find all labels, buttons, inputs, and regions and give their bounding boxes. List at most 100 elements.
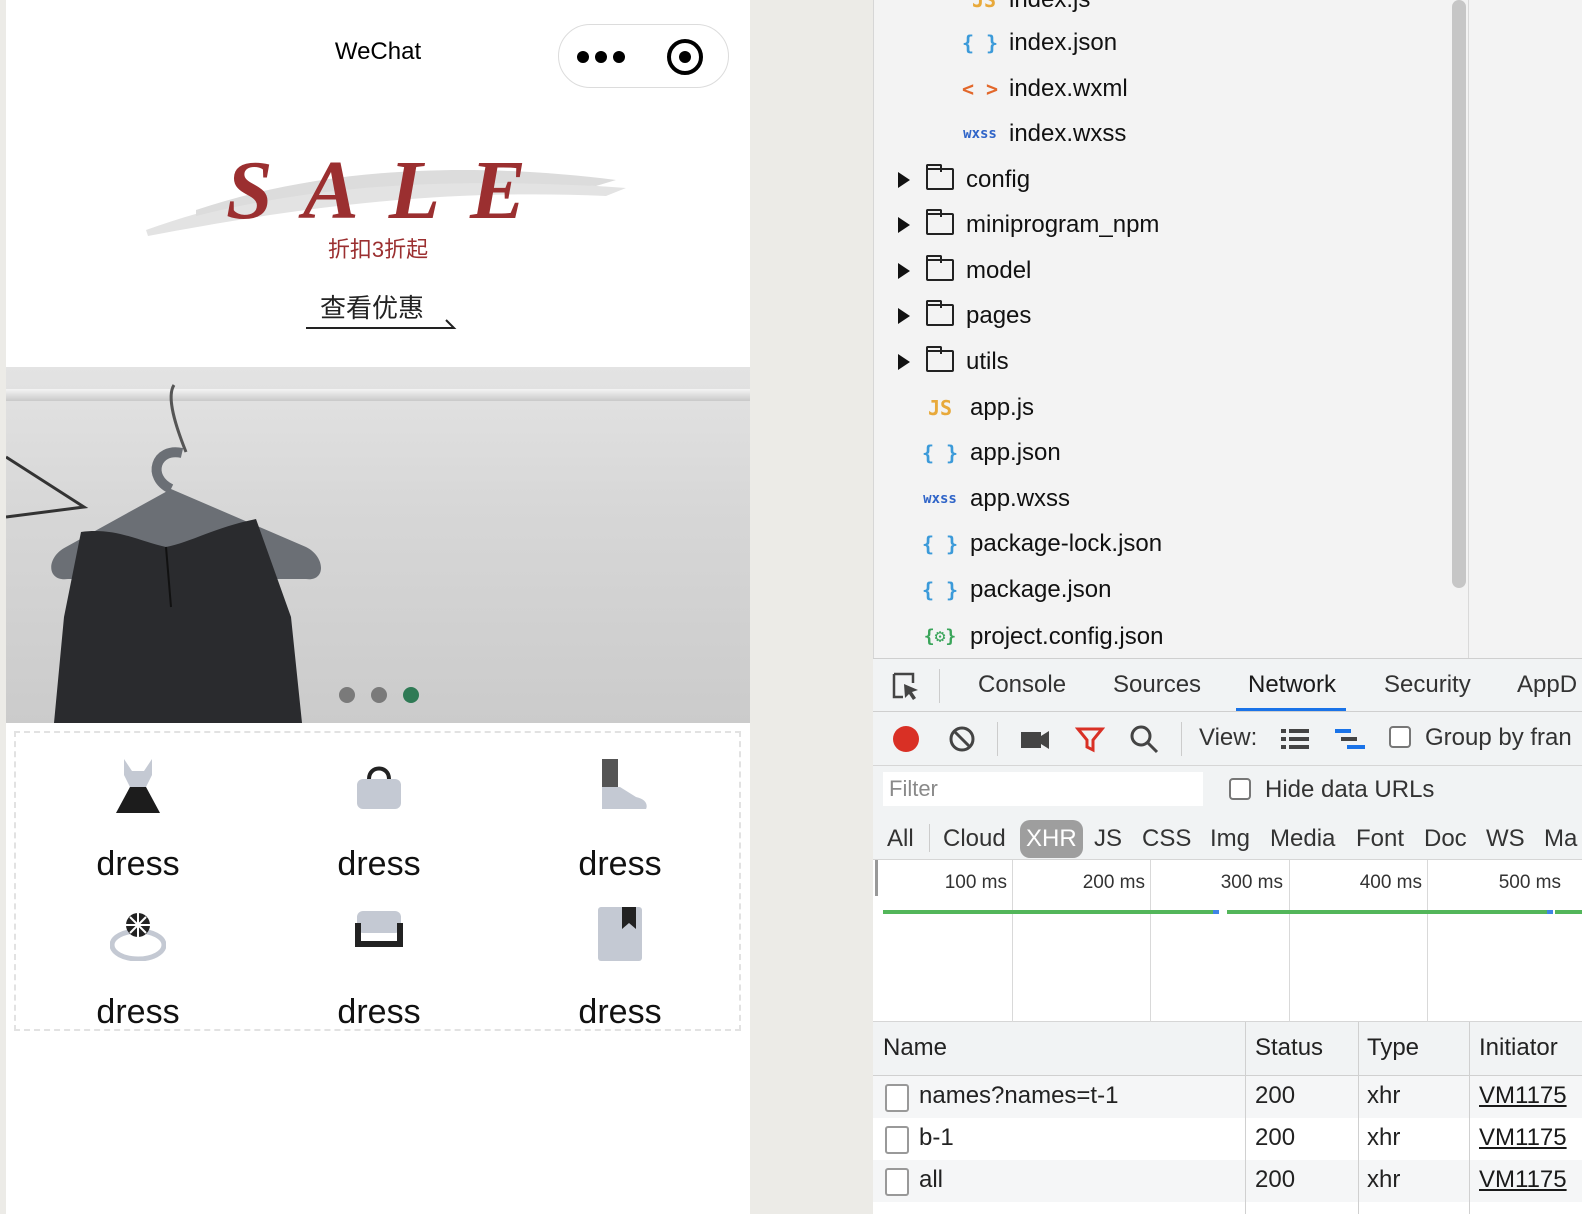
carousel-dot-active[interactable] xyxy=(403,687,419,703)
file-item[interactable]: { } package-lock.json xyxy=(874,524,1444,564)
expand-arrow-icon[interactable] xyxy=(898,354,910,370)
filter-input[interactable] xyxy=(883,772,1203,806)
screenshot-camera-icon[interactable] xyxy=(1019,724,1051,754)
tab-console[interactable]: Console xyxy=(978,671,1066,699)
wxss-file-icon: wxss xyxy=(923,491,957,507)
file-item[interactable]: JS app.js xyxy=(874,388,1444,428)
folder-item[interactable]: pages xyxy=(874,296,1444,336)
request-type-icon xyxy=(885,1168,909,1196)
category-item[interactable]: dress xyxy=(38,757,238,881)
wxml-file-icon: < > xyxy=(961,77,999,101)
category-item[interactable]: dress xyxy=(38,905,238,1029)
type-filter-media[interactable]: Media xyxy=(1264,820,1341,858)
banner-carousel[interactable] xyxy=(6,367,750,723)
table-row[interactable]: b-1 200 xhr VM1175 xyxy=(873,1118,1582,1160)
record-icon[interactable] xyxy=(891,724,921,754)
file-item[interactable]: < > index.wxml xyxy=(874,69,1444,109)
category-label: dress xyxy=(96,845,180,883)
folder-item[interactable]: miniprogram_npm xyxy=(874,205,1444,245)
sale-subtitle: 折扣3折起 xyxy=(327,237,429,262)
file-tree-scrollbar[interactable] xyxy=(1452,0,1466,588)
tab-appdata[interactable]: AppD xyxy=(1517,671,1577,699)
request-status: 200 xyxy=(1255,1082,1296,1109)
type-filter-cloud[interactable]: Cloud xyxy=(937,820,1012,858)
folder-item[interactable]: model xyxy=(874,251,1444,291)
hide-data-urls-checkbox[interactable] xyxy=(1229,778,1251,800)
column-resizer[interactable] xyxy=(1358,1022,1359,1214)
timeline-request-bar xyxy=(1227,910,1547,914)
table-row[interactable]: all 200 xhr VM1175 xyxy=(873,1160,1582,1202)
table-header: Name Status Type Initiator xyxy=(873,1022,1582,1076)
type-filter-js[interactable]: JS xyxy=(1088,820,1128,858)
category-item[interactable]: dress xyxy=(279,757,479,881)
carousel-dot[interactable] xyxy=(339,687,355,703)
request-name: all xyxy=(919,1166,944,1193)
type-filter-manifest[interactable]: Ma xyxy=(1538,820,1582,858)
file-item[interactable]: wxss app.wxss xyxy=(874,479,1444,519)
type-filter-css[interactable]: CSS xyxy=(1136,820,1197,858)
category-label: dress xyxy=(337,845,421,883)
timeline-request-bar xyxy=(883,910,1213,914)
divider xyxy=(997,722,998,756)
folder-item[interactable]: utils xyxy=(874,342,1444,382)
inspect-element-icon[interactable] xyxy=(891,671,921,701)
type-filter-all[interactable]: All xyxy=(881,820,920,858)
waterfall-view-icon[interactable] xyxy=(1333,724,1367,754)
network-timeline[interactable]: 100 ms 200 ms 300 ms 400 ms 500 ms xyxy=(873,860,1582,1022)
file-item[interactable]: { } index.json xyxy=(874,23,1444,63)
filter-icon[interactable] xyxy=(1075,724,1105,754)
column-resizer[interactable] xyxy=(1469,1022,1470,1214)
request-initiator-link[interactable]: VM1175 xyxy=(1479,1166,1567,1194)
tab-sources[interactable]: Sources xyxy=(1113,671,1201,699)
request-name: b-1 xyxy=(919,1124,954,1151)
expand-arrow-icon[interactable] xyxy=(898,263,910,279)
file-item[interactable]: { } package.json xyxy=(874,570,1444,610)
column-header-name[interactable]: Name xyxy=(883,1034,947,1062)
column-header-type[interactable]: Type xyxy=(1367,1034,1419,1062)
menu-capsule[interactable] xyxy=(558,24,729,88)
more-icon[interactable] xyxy=(577,51,627,65)
folder-icon xyxy=(926,164,954,190)
group-by-frame-checkbox[interactable] xyxy=(1389,726,1411,748)
request-initiator-link[interactable]: VM1175 xyxy=(1479,1082,1567,1110)
request-name: names?names=t-1 xyxy=(919,1082,1119,1109)
list-view-icon[interactable] xyxy=(1279,724,1311,754)
close-mini-program-icon[interactable] xyxy=(667,39,703,75)
folder-icon xyxy=(926,300,954,326)
clear-icon[interactable] xyxy=(947,724,977,754)
column-header-status[interactable]: Status xyxy=(1255,1034,1323,1062)
file-item[interactable]: JS index.js xyxy=(874,0,1444,20)
divider xyxy=(1181,722,1182,756)
panel-divider[interactable] xyxy=(1468,0,1469,658)
file-item[interactable]: { } app.json xyxy=(874,433,1444,473)
active-tab-indicator xyxy=(1236,708,1346,711)
type-filter-doc[interactable]: Doc xyxy=(1418,820,1473,858)
category-item[interactable]: dress xyxy=(520,757,720,881)
ring-icon xyxy=(110,913,166,961)
folder-item[interactable]: config xyxy=(874,160,1444,200)
carousel-dot[interactable] xyxy=(371,687,387,703)
type-filter-ws[interactable]: WS xyxy=(1480,820,1531,858)
request-initiator-link[interactable]: VM1175 xyxy=(1479,1124,1567,1152)
column-resizer[interactable] xyxy=(1245,1022,1246,1214)
table-row[interactable]: names?names=t-1 200 xhr VM1175 xyxy=(873,1076,1582,1118)
file-item[interactable]: wxss index.wxss xyxy=(874,114,1444,154)
expand-arrow-icon[interactable] xyxy=(898,308,910,324)
category-item[interactable]: dress xyxy=(279,905,479,1029)
expand-arrow-icon[interactable] xyxy=(898,217,910,233)
column-header-initiator[interactable]: Initiator xyxy=(1479,1034,1558,1062)
type-filter-xhr[interactable]: XHR xyxy=(1020,820,1083,858)
type-filter-img[interactable]: Img xyxy=(1204,820,1256,858)
network-filter-bar: Hide data URLs xyxy=(873,766,1582,814)
search-icon[interactable] xyxy=(1129,724,1159,754)
tab-network[interactable]: Network xyxy=(1248,671,1336,699)
devtools-tab-bar: Console Sources Network Security AppD xyxy=(873,658,1582,712)
request-status: 200 xyxy=(1255,1166,1296,1193)
json-file-icon: { } xyxy=(921,441,959,465)
expand-arrow-icon[interactable] xyxy=(898,172,910,188)
category-grid: dress dress dress dress dress dress xyxy=(14,731,741,1031)
category-item[interactable]: dress xyxy=(520,905,720,1029)
file-item[interactable]: {⚙} project.config.json xyxy=(874,617,1444,657)
type-filter-font[interactable]: Font xyxy=(1350,820,1410,858)
tab-security[interactable]: Security xyxy=(1384,671,1471,699)
